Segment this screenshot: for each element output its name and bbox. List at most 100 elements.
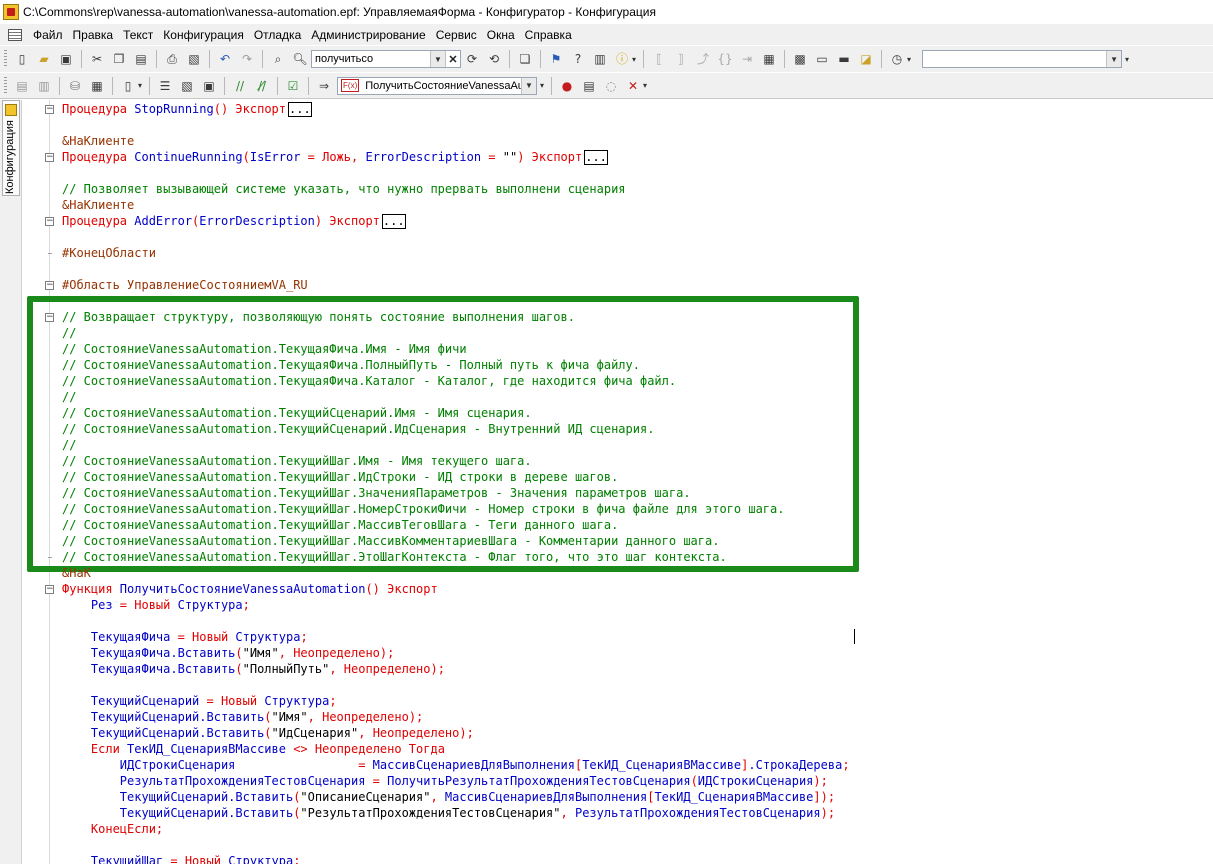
procedure-list-icon[interactable]: ☰: [155, 76, 175, 96]
collapsed-block-marker[interactable]: ...: [381, 214, 406, 229]
syntax-check-icon[interactable]: ☑: [283, 76, 303, 96]
window-list-icon[interactable]: ❏: [515, 49, 535, 69]
help-index-icon[interactable]: ▥: [590, 49, 610, 69]
copy-icon[interactable]: ❐: [109, 49, 129, 69]
menu-text[interactable]: Текст: [118, 28, 158, 42]
menu-help[interactable]: Справка: [520, 28, 577, 42]
code-line[interactable]: Функция ПолучитьСостояниеVanessaAutomati…: [62, 581, 438, 597]
code-line[interactable]: // СостояниеVanessaAutomation.ТекущийШаг…: [62, 485, 691, 501]
breakpoint-list-icon[interactable]: ▤: [579, 76, 599, 96]
code-line[interactable]: &НаК: [62, 565, 91, 581]
code-line[interactable]: // Позволяет вызывающей системе указать,…: [62, 181, 626, 197]
menu-configuration[interactable]: Конфигурация: [158, 28, 249, 42]
module-tree-icon[interactable]: ▥: [34, 76, 54, 96]
code-line[interactable]: ТекущийШаг = Новый Структура;: [62, 853, 301, 864]
system-menu-icon[interactable]: [8, 28, 22, 41]
procedures-icon[interactable]: ▧: [177, 76, 197, 96]
block-icon[interactable]: ▣: [199, 76, 219, 96]
toolbar-dropdown-icon[interactable]: ▾: [632, 55, 636, 64]
configuration-tab[interactable]: Конфигурация: [2, 100, 20, 196]
form-icon[interactable]: ▭: [812, 49, 832, 69]
code-line[interactable]: // СостояниеVanessaAutomation.ТекущийШаг…: [62, 549, 727, 565]
breakpoint-icon[interactable]: ●: [557, 76, 577, 96]
quick-select-combo[interactable]: ▼: [922, 50, 1123, 68]
toolbar-dropdown-icon[interactable]: ▾: [540, 81, 544, 90]
menu-edit[interactable]: Правка: [68, 28, 119, 42]
collapsed-block-marker[interactable]: ...: [288, 102, 312, 117]
code-line[interactable]: ИДСтрокиСценария = МассивСценариевДляВып…: [62, 757, 850, 773]
code-line[interactable]: // СостояниеVanessaAutomation.ТекущийШаг…: [62, 453, 532, 469]
table-icon[interactable]: ▦: [87, 76, 107, 96]
timer-icon[interactable]: ◷: [887, 49, 907, 69]
menu-file[interactable]: Файл: [28, 28, 68, 42]
code-line[interactable]: КонецЕсли;: [62, 821, 163, 837]
method-combo[interactable]: F(x) ПолучитьСостояниеVanessaAuto ▼: [337, 76, 538, 95]
code-line[interactable]: ТекущаяФича.Вставить("ПолныйПуть", Неопр…: [62, 661, 445, 677]
code-line[interactable]: Рез = Новый Структура;: [62, 597, 250, 613]
undo-icon[interactable]: ↶: [215, 49, 235, 69]
collapsed-block-marker[interactable]: ...: [584, 150, 608, 165]
syntax-assistant-icon[interactable]: ?: [568, 49, 588, 69]
code-line[interactable]: ТекущийСценарий.Вставить("РезультатПрохо…: [62, 805, 835, 821]
code-line[interactable]: ТекущаяФича.Вставить("Имя", Неопределено…: [62, 645, 394, 661]
code-line[interactable]: //: [62, 437, 76, 453]
save-icon[interactable]: ▣: [56, 49, 76, 69]
goto-definition-icon[interactable]: ⇒: [314, 76, 334, 96]
code-line[interactable]: ТекущийСценарий.Вставить("ИдСценария", Н…: [62, 725, 474, 741]
clear-search-icon[interactable]: ✕: [445, 51, 460, 67]
code-line[interactable]: Процедура StopRunning() Экспорт...: [62, 101, 312, 117]
open-folder-icon[interactable]: ▰: [34, 49, 54, 69]
chevron-down-icon[interactable]: ▼: [521, 77, 537, 94]
method-input[interactable]: ПолучитьСостояниеVanessaAuto: [362, 80, 521, 92]
bracket-open-icon[interactable]: ⟦: [649, 49, 669, 69]
remove-breakpoints-icon[interactable]: ✕: [623, 76, 643, 96]
redo-icon[interactable]: ↷: [237, 49, 257, 69]
toolbar-dropdown-icon[interactable]: ▾: [643, 81, 647, 90]
code-line[interactable]: Если ТекИД_СценарияВМассиве <> Неопредел…: [62, 741, 445, 757]
search-icon[interactable]: 🔍︎: [290, 49, 310, 69]
toolbar-dropdown-icon[interactable]: ▾: [907, 55, 911, 64]
chevron-down-icon[interactable]: ▼: [430, 51, 445, 67]
code-line[interactable]: &НаКлиенте: [62, 133, 134, 149]
search-input[interactable]: получитьсо: [312, 53, 430, 65]
menu-debug[interactable]: Отладка: [249, 28, 306, 42]
paste-icon[interactable]: ▤: [131, 49, 151, 69]
code-editor[interactable]: Процедура StopRunning() Экспорт... − &НаКл…: [22, 100, 1213, 864]
database-icon[interactable]: ⛁: [65, 76, 85, 96]
code-line[interactable]: &НаКлиенте: [62, 197, 134, 213]
toolbar-grip[interactable]: [4, 50, 7, 68]
module-list-icon[interactable]: ▤: [12, 76, 32, 96]
print-preview-icon[interactable]: ▧: [184, 49, 204, 69]
code-line[interactable]: ТекущийСценарий.Вставить("Имя", Неопреде…: [62, 709, 423, 725]
fold-toggle-icon[interactable]: −: [45, 153, 54, 162]
bracket-close-icon[interactable]: ⟧: [671, 49, 691, 69]
code-line[interactable]: Процедура ContinueRunning(IsError = Ложь…: [62, 149, 608, 165]
new-file-icon[interactable]: ▯: [12, 49, 32, 69]
code-line[interactable]: //: [62, 389, 76, 405]
goto-icon[interactable]: ⇥: [737, 49, 757, 69]
code-line[interactable]: // СостояниеVanessaAutomation.ТекущийСце…: [62, 405, 532, 421]
code-line[interactable]: #КонецОбласти: [62, 245, 156, 261]
code-line[interactable]: // СостояниеVanessaAutomation.ТекущаяФич…: [62, 341, 467, 357]
code-line[interactable]: // СостояниеVanessaAutomation.ТекущийШаг…: [62, 517, 618, 533]
code-line[interactable]: ТекущийСценарий.Вставить("ОписаниеСценар…: [62, 789, 835, 805]
fold-toggle-icon[interactable]: −: [45, 105, 54, 114]
wizard-icon[interactable]: ⚑: [546, 49, 566, 69]
toolbar-dropdown-icon[interactable]: ▾: [138, 81, 142, 90]
find-next-icon[interactable]: ⟳: [462, 49, 482, 69]
layout-icon[interactable]: ▬: [834, 49, 854, 69]
menu-windows[interactable]: Окна: [482, 28, 520, 42]
document-icon[interactable]: ▯: [118, 76, 138, 96]
block-up-icon[interactable]: ⤴: [693, 49, 713, 69]
find-previous-icon[interactable]: ⟲: [484, 49, 504, 69]
menu-service[interactable]: Сервис: [431, 28, 482, 42]
code-line[interactable]: // СостояниеVanessaAutomation.ТекущийСце…: [62, 421, 654, 437]
code-line[interactable]: // Возвращает структуру, позволяющую пон…: [62, 309, 575, 325]
find-in-files-icon[interactable]: ⌕: [268, 49, 288, 69]
module-icon[interactable]: ▩: [790, 49, 810, 69]
code-line[interactable]: Процедура AddError(ErrorDescription) Экс…: [62, 213, 406, 229]
toolbar-grip[interactable]: [4, 76, 7, 95]
fold-toggle-icon[interactable]: −: [45, 313, 54, 322]
code-line[interactable]: // СостояниеVanessaAutomation.ТекущийШаг…: [62, 469, 618, 485]
code-line[interactable]: РезультатПрохожденияТестовСценария = Пол…: [62, 773, 828, 789]
